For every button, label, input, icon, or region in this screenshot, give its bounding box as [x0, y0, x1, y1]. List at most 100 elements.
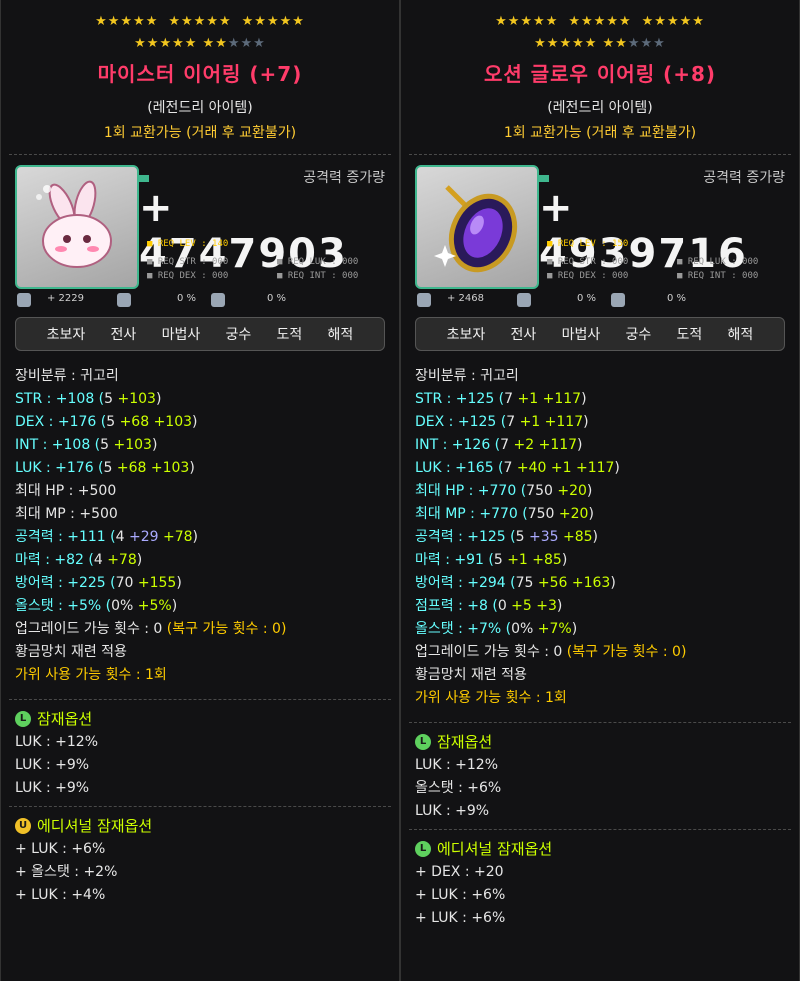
potential-line: LUK : +12% [15, 734, 98, 750]
stat-segment: +68 [119, 414, 154, 430]
stat-row: INT : +126 (7 +2 +117) [415, 434, 799, 457]
stat-segment: +117 [542, 391, 582, 407]
req-str: REQ STR : 000 [147, 257, 228, 267]
stat-segment: 7 [506, 414, 520, 430]
star-group: ★★★★★ [641, 14, 705, 29]
job-restriction-bar: 초보자 전사 마법사 궁수 도적 해적 [15, 317, 385, 351]
stat-row: 마력 : +82 (4 +78) [15, 549, 399, 572]
stat-segment: LUK : +176 ( [15, 460, 104, 476]
stat-segment: +85 [562, 529, 593, 545]
stat-segment: DEX : +125 ( [415, 414, 507, 430]
stat-segment: 업그레이드 가능 횟수 : 0 [15, 621, 167, 637]
stat-segment: +56 [537, 575, 572, 591]
stat-segment: 7 [503, 460, 517, 476]
job-archer: 궁수 [225, 327, 252, 343]
additional-line: + DEX : +20 [415, 864, 504, 880]
potential-line: LUK : +12% [415, 757, 498, 773]
stat-segment: 5 [104, 391, 118, 407]
req-dex: REQ DEX : 000 [547, 271, 628, 281]
divider [9, 699, 391, 700]
additional-potential-lines: + DEX : +20 + LUK : +6% + LUK : +6% [401, 861, 799, 930]
additional-potential-lines: + LUK : +6% + 올스탯 : +2% + LUK : +4% [1, 838, 399, 907]
star-group-dim: ★★★ [227, 36, 266, 51]
stat-segment: 공격력 : +125 ( [415, 529, 516, 545]
stat-score: + 2229 [47, 293, 85, 304]
job-beginner: 초보자 [46, 327, 86, 343]
potential-lines: LUK : +12% LUK : +9% LUK : +9% [1, 731, 399, 800]
stat-row: 장비분류 : 귀고리 [15, 365, 399, 388]
boss-damage-icon [517, 293, 531, 307]
stat-segment: 최대 HP : +770 ( [415, 483, 527, 499]
stat-segment: 5 [106, 414, 120, 430]
boss-damage-pct: 0 % [577, 293, 597, 304]
stat-row: 황금망치 재련 적용 [415, 664, 799, 687]
stat-segment: 7 [504, 391, 518, 407]
divider [409, 829, 791, 830]
stat-segment: ) [176, 575, 182, 591]
stat-row: STR : +108 (5 +103) [15, 388, 399, 411]
stat-row: 최대 MP : +500 [15, 503, 399, 526]
stat-row: 방어력 : +225 (70 +155) [15, 572, 399, 595]
bunny-earring-icon [15, 165, 149, 289]
stat-row: LUK : +176 (5 +68 +103) [15, 457, 399, 480]
req-level: REQ LEV : 140 [147, 239, 228, 249]
stat-list: 장비분류 : 귀고리 STR : +125 (7 +1 +117) DEX : +1… [401, 365, 799, 710]
stat-segment: INT : +108 ( [15, 437, 101, 453]
job-warrior: 전사 [110, 327, 137, 343]
stat-segment: 5 [103, 460, 117, 476]
stat-segment: ) [592, 529, 598, 545]
stat-row: 올스탯 : +7% (0% +7%) [415, 618, 799, 641]
stat-segment: +103 [117, 391, 156, 407]
stat-segment: 0 [497, 598, 512, 614]
stat-score-row: + 2229 0 % 0 % [1, 285, 399, 311]
stat-segment: +29 [128, 529, 163, 545]
req-dex: REQ DEX : 000 [147, 271, 228, 281]
stat-list: 장비분류 : 귀고리 STR : +108 (5 +103) DEX : +176 … [1, 365, 399, 687]
job-pirate: 해적 [327, 327, 354, 343]
divider [9, 806, 391, 807]
stat-segment: 4 [93, 552, 108, 568]
item-summary: 공격력 증가량 + 4747903 REQ LEV : 140 REQ STR … [1, 155, 399, 289]
stat-score: + 2468 [447, 293, 485, 304]
potential-header: L 잠재옵션 [401, 731, 799, 752]
stat-row: 황금망치 재련 적용 [15, 641, 399, 664]
stat-row: DEX : +125 (7 +1 +117) [415, 411, 799, 434]
starforce-row-1: ★★★★★ ★★★★★ ★★★★★ [1, 14, 399, 30]
additional-line: + LUK : +6% [415, 910, 506, 926]
req-int: REQ INT : 000 [277, 271, 358, 281]
stat-segment: ) [588, 506, 594, 522]
star-group-dim: ★★★ [627, 36, 666, 51]
stat-segment: ) [586, 483, 593, 499]
stat-segment: 업그레이드 가능 횟수 : 0 [415, 644, 567, 660]
ocean-glow-earring-icon [415, 165, 549, 289]
stat-row: 업그레이드 가능 횟수 : 0 (복구 가능 횟수 : 0) [15, 618, 399, 641]
stat-segment: ) [571, 621, 578, 637]
job-thief: 도적 [276, 327, 303, 343]
unique-badge-icon: U [15, 817, 31, 834]
stat-segment: 마력 : +82 ( [15, 552, 94, 568]
item-grade: (레전드리 아이템) [147, 100, 253, 116]
starforce-row-2: ★★★★★ ★★★★★ [1, 36, 399, 52]
stat-segment: ) [610, 575, 616, 591]
item-tooltip-right: ★★★★★ ★★★★★ ★★★★★ ★★★★★ ★★★★★ 오션 글로우 이어링 (… [400, 0, 800, 981]
potential-line: LUK : +9% [15, 757, 90, 773]
additional-potential-title: 에디셔널 잠재옵션 [37, 817, 153, 835]
stat-segment: 올스탯 : +5% ( [15, 598, 112, 614]
stat-segment: +3 [536, 598, 557, 614]
star-group-lit: ★★★★★ ★★ [534, 36, 628, 51]
job-archer: 궁수 [625, 327, 652, 343]
req-luk: REQ LUK : 000 [677, 257, 758, 267]
stat-segment: 최대 HP : +500 [15, 483, 117, 499]
potential-title: 잠재옵션 [437, 733, 493, 751]
stat-segment: 7 [500, 437, 514, 453]
stat-segment: 방어력 : +294 ( [415, 575, 516, 591]
stat-segment: +103 [150, 460, 190, 476]
req-level: REQ LEV : 150 [547, 239, 628, 249]
stat-segment: +35 [528, 529, 563, 545]
item-name: 마이스터 이어링 (+7) [97, 62, 303, 86]
stat-segment: 올스탯 : +7% ( [415, 621, 512, 637]
divider [409, 722, 791, 723]
stat-segment: 황금망치 재련 적용 [15, 644, 127, 660]
stat-segment: +1 [550, 460, 576, 476]
potential-line: LUK : +9% [415, 803, 490, 819]
